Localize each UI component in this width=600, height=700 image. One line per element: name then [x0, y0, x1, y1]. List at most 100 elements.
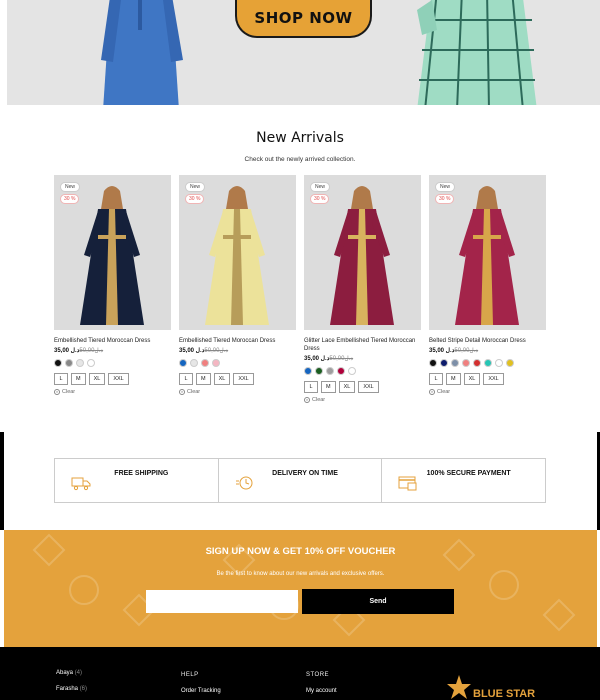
old-price: د.ل50,00 — [204, 348, 229, 354]
color-swatch[interactable] — [190, 359, 198, 367]
color-swatch[interactable] — [326, 367, 334, 375]
clock-icon — [235, 476, 253, 490]
color-swatch[interactable] — [179, 359, 187, 367]
size-option[interactable]: L — [179, 373, 193, 385]
truck-icon — [71, 477, 91, 491]
old-price: د.ل50,00 — [79, 348, 104, 354]
color-swatch[interactable] — [440, 359, 448, 367]
color-swatch[interactable] — [76, 359, 84, 367]
size-option[interactable]: XL — [88, 373, 106, 385]
size-option[interactable]: M — [321, 381, 336, 393]
color-swatch[interactable] — [65, 359, 73, 367]
category-abaya[interactable]: Abaya (4) — [56, 670, 87, 676]
product-name[interactable]: Embellished Tiered Moroccan Dress — [179, 337, 296, 345]
size-option[interactable]: L — [54, 373, 68, 385]
size-option[interactable]: L — [304, 381, 318, 393]
color-swatch[interactable] — [212, 359, 220, 367]
size-option[interactable]: XXL — [108, 373, 129, 385]
size-options: L M XL XXL — [179, 373, 296, 385]
color-swatch[interactable] — [495, 359, 503, 367]
color-swatch[interactable] — [506, 359, 514, 367]
email-input[interactable] — [146, 590, 298, 613]
old-price: د.ل50,00 — [454, 348, 479, 354]
color-swatches — [54, 359, 171, 367]
color-swatch[interactable] — [54, 359, 62, 367]
size-option[interactable]: XXL — [233, 373, 254, 385]
close-icon: × — [179, 389, 185, 395]
discount-badge: 30 % — [435, 194, 455, 204]
color-swatches — [179, 359, 296, 367]
size-option[interactable]: M — [446, 373, 461, 385]
product-image[interactable]: New 30 % — [429, 175, 546, 330]
section-subtitle: Check out the newly arrived collection. — [244, 156, 356, 163]
size-option[interactable]: XL — [338, 381, 356, 393]
hero-model-left — [101, 0, 183, 105]
color-swatch[interactable] — [451, 359, 459, 367]
signup-subtitle: Be the first to know about our new arriv… — [216, 571, 385, 577]
clear-label: Clear — [312, 397, 326, 403]
section-title: New Arrivals — [256, 130, 344, 146]
size-option[interactable]: XL — [213, 373, 231, 385]
color-swatch[interactable] — [462, 359, 470, 367]
color-swatch[interactable] — [315, 367, 323, 375]
size-option[interactable]: M — [196, 373, 211, 385]
clear-selection[interactable]: × Clear — [179, 389, 296, 395]
color-swatch[interactable] — [484, 359, 492, 367]
clear-label: Clear — [437, 389, 451, 395]
footer-help: HELP Order Tracking — [181, 672, 221, 694]
size-options: L M XL XXL — [429, 373, 546, 385]
brand-logo[interactable]: BLUE STAR — [445, 675, 535, 700]
color-swatch[interactable] — [429, 359, 437, 367]
product-card[interactable]: New 30 % Embellished Tiered Moroccan Dress… — [54, 175, 171, 395]
color-swatch[interactable] — [201, 359, 209, 367]
sale-price: د.ل 35,00 — [179, 348, 205, 354]
product-name[interactable]: Belted Stripe Detail Moroccan Dress — [429, 337, 546, 345]
size-options: L M XL XXL — [54, 373, 171, 385]
color-swatch[interactable] — [337, 367, 345, 375]
shop-now-button[interactable]: SHOP NOW — [235, 0, 372, 38]
hero-banner: SHOP NOW — [7, 0, 600, 105]
clear-selection[interactable]: × Clear — [54, 389, 171, 395]
color-swatch[interactable] — [473, 359, 481, 367]
close-icon: × — [429, 389, 435, 395]
feature-label: 100% SECURE PAYMENT — [426, 470, 511, 477]
product-image[interactable]: New 30 % — [54, 175, 171, 330]
product-image[interactable]: New 30 % — [304, 175, 421, 330]
clear-selection[interactable]: × Clear — [429, 389, 546, 395]
my-account-link[interactable]: My account — [306, 688, 337, 694]
size-option[interactable]: XXL — [483, 373, 504, 385]
product-card[interactable]: New 30 % Glitter Lace Embellished Tiered M… — [304, 175, 421, 403]
new-badge: New — [185, 182, 206, 192]
logo-text: BLUE STAR — [473, 688, 535, 700]
color-swatches — [429, 359, 546, 367]
send-button[interactable]: Send — [302, 589, 454, 614]
size-option[interactable]: XXL — [358, 381, 379, 393]
discount-badge: 30 % — [185, 194, 205, 204]
product-price: د.ل50,00د.ل 35,00 — [54, 347, 171, 354]
sale-price: د.ل 35,00 — [304, 356, 330, 362]
product-price: د.ل50,00د.ل 35,00 — [429, 347, 546, 354]
category-farasha[interactable]: Farasha (6) — [56, 686, 87, 692]
size-option[interactable]: XL — [463, 373, 481, 385]
product-name[interactable]: Glitter Lace Embellished Tiered Moroccan… — [304, 337, 421, 353]
order-tracking-link[interactable]: Order Tracking — [181, 688, 221, 694]
size-option[interactable]: L — [429, 373, 443, 385]
discount-badge: 30 % — [60, 194, 80, 204]
product-card[interactable]: New 30 % Belted Stripe Detail Moroccan Dre… — [429, 175, 546, 395]
color-swatch[interactable] — [304, 367, 312, 375]
features-bar: FREE SHIPPING DELIVERY ON TIME 100% SECU… — [54, 458, 546, 503]
feature-label: DELIVERY ON TIME — [272, 470, 338, 477]
product-name[interactable]: Embellished Tiered Moroccan Dress — [54, 337, 171, 345]
color-swatch[interactable] — [348, 367, 356, 375]
color-swatch[interactable] — [87, 359, 95, 367]
feature-label: FREE SHIPPING — [114, 470, 169, 477]
product-image[interactable]: New 30 % — [179, 175, 296, 330]
clear-label: Clear — [62, 389, 76, 395]
new-badge: New — [310, 182, 331, 192]
feature-free-shipping: FREE SHIPPING — [55, 459, 219, 502]
feature-secure-payment: 100% SECURE PAYMENT — [382, 459, 545, 502]
product-card[interactable]: New 30 % Embellished Tiered Moroccan Dress… — [179, 175, 296, 395]
clear-selection[interactable]: × Clear — [304, 397, 421, 403]
close-icon: × — [54, 389, 60, 395]
size-option[interactable]: M — [71, 373, 86, 385]
